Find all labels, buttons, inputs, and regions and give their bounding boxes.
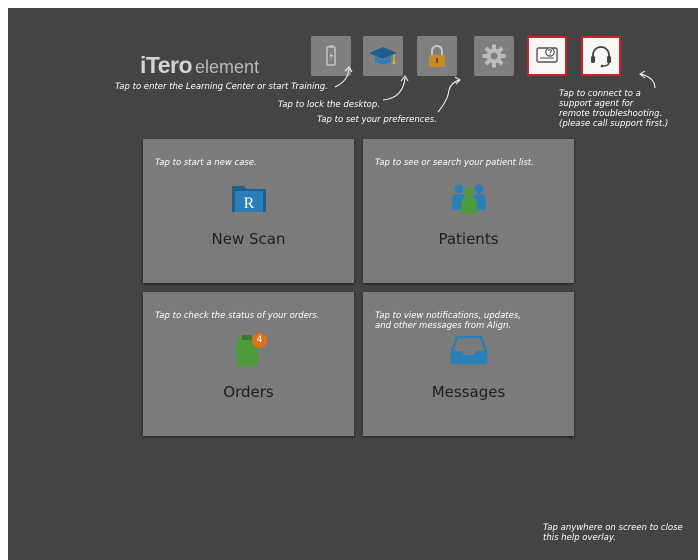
new-scan-label: New Scan — [211, 230, 286, 248]
inbox-tray-icon — [450, 334, 488, 371]
logo-brand: iTero — [140, 52, 193, 78]
orders-help-note: Tap to check the status of your orders. — [155, 311, 320, 321]
help-overlay[interactable]: iTero element Tap to enter the Learning … — [8, 8, 698, 560]
messages-help-note: Tap to view notifications, updates, and … — [375, 311, 521, 331]
new-scan-help-note: Tap to start a new case. — [155, 158, 257, 168]
battery-button[interactable] — [311, 36, 351, 76]
lock-icon — [426, 43, 448, 69]
logo-word: element — [195, 57, 260, 77]
orders-tile[interactable]: Tap to check the status of your orders. … — [143, 292, 354, 436]
help-screen-icon — [534, 44, 560, 68]
gear-icon — [481, 43, 507, 69]
orders-count-badge: 4 — [252, 333, 267, 348]
svg-text:R: R — [243, 195, 254, 212]
itero-logo: iTero element — [140, 52, 259, 79]
new-scan-tile[interactable]: Tap to start a new case. R New Scan — [143, 139, 354, 283]
patients-icon — [449, 180, 489, 221]
lock-button[interactable] — [417, 36, 457, 76]
lock-help-note: Tap to lock the desktop. — [278, 100, 380, 110]
orders-label: Orders — [223, 383, 274, 401]
learning-center-help-note: Tap to enter the Learning Center or star… — [115, 82, 328, 92]
battery-icon — [321, 44, 341, 68]
headset-button[interactable] — [581, 36, 621, 76]
support-help-note: Tap to connect to a support agent for re… — [559, 89, 669, 129]
patients-label: Patients — [438, 230, 499, 248]
headset-icon — [588, 43, 614, 69]
settings-button[interactable] — [474, 36, 514, 76]
patients-tile[interactable]: Tap to see or search your patient list. … — [363, 139, 574, 283]
folder-rx-icon: R — [229, 180, 269, 219]
messages-label: Messages — [431, 383, 506, 401]
close-overlay-help-note: Tap anywhere on screen to close this hel… — [543, 523, 683, 543]
patients-help-note: Tap to see or search your patient list. — [375, 158, 534, 168]
learning-center-button[interactable] — [363, 36, 403, 76]
messages-tile[interactable]: Tap to view notifications, updates, and … — [363, 292, 574, 436]
remote-support-button[interactable] — [527, 36, 567, 76]
graduation-cap-icon — [368, 43, 398, 69]
preferences-help-note: Tap to set your preferences. — [317, 115, 437, 125]
